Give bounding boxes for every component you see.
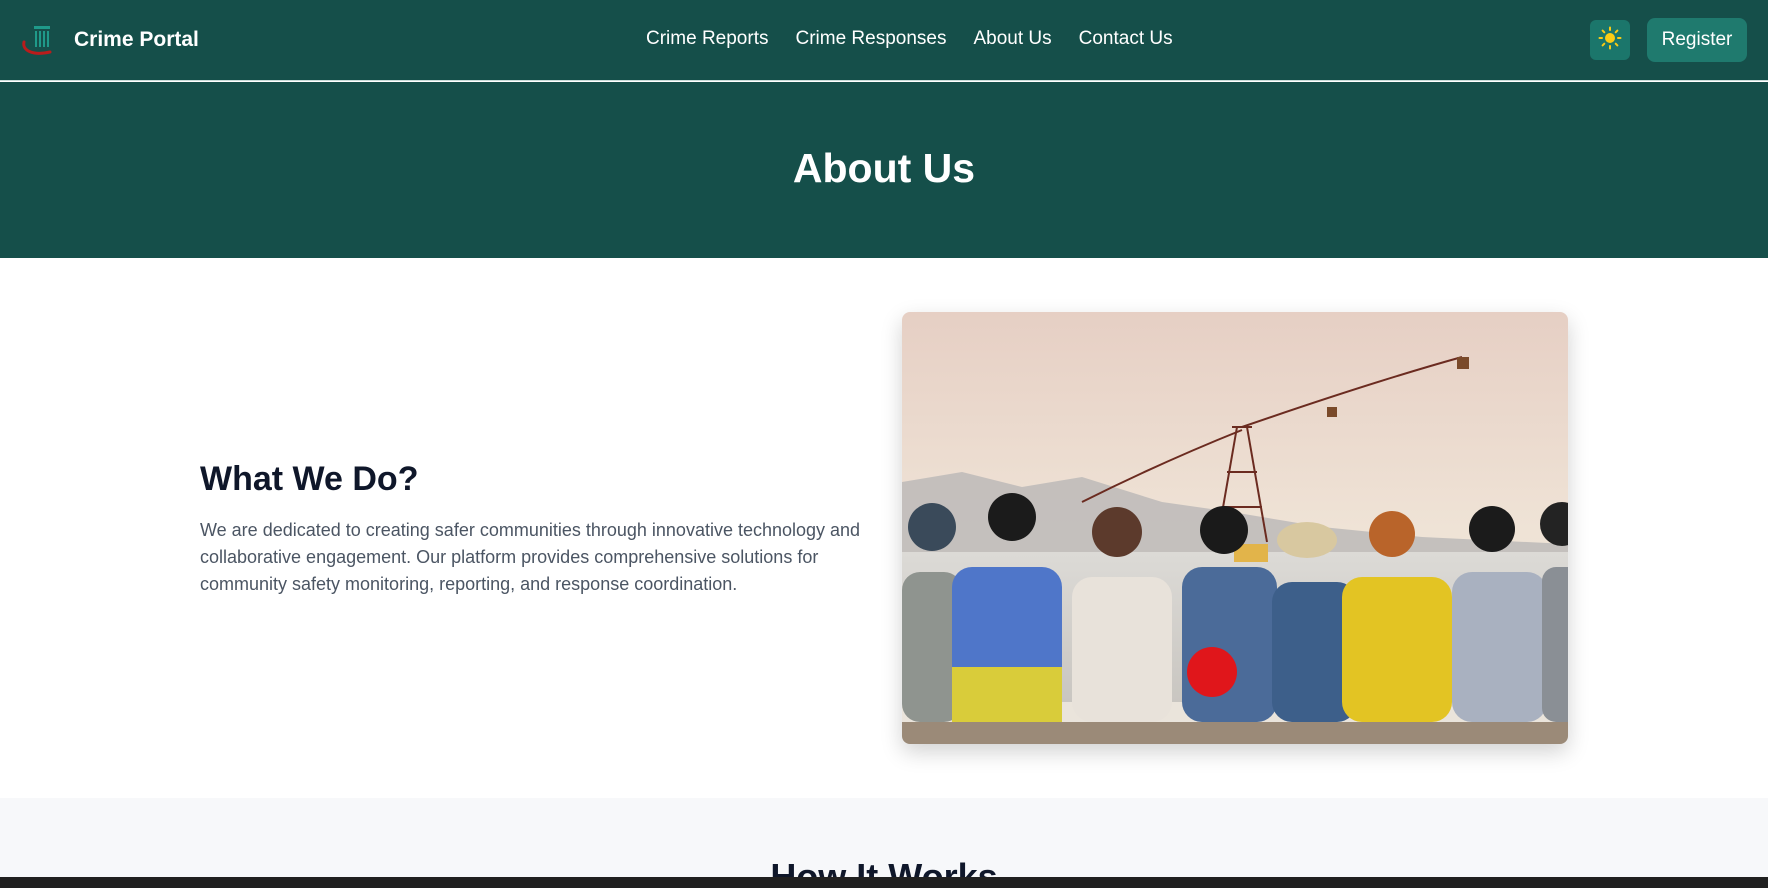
brand[interactable]: Crime Portal	[18, 20, 199, 60]
brand-name: Crime Portal	[74, 28, 199, 51]
page-title: About Us	[792, 144, 976, 191]
crime-portal-logo-icon	[18, 20, 62, 60]
theme-toggle-button[interactable]	[1590, 20, 1630, 60]
what-we-do-section: What We Do? We are dedicated to creating…	[0, 258, 1768, 798]
what-we-do-title: What We Do?	[200, 460, 419, 498]
what-we-do-description: We are dedicated to creating safer commu…	[200, 520, 861, 594]
taskbar-strip	[0, 877, 1768, 888]
page-hero: About Us	[0, 82, 1768, 258]
how-it-works-section: How It Works	[0, 798, 1768, 888]
register-button[interactable]: Register	[1647, 18, 1747, 62]
main-nav: Crime Reports Crime Responses About Us C…	[646, 28, 1173, 50]
sun-icon	[1598, 26, 1622, 55]
nav-item-crime-reports[interactable]: Crime Reports	[646, 28, 768, 50]
nav-item-about-us[interactable]: About Us	[973, 28, 1051, 50]
nav-item-crime-responses[interactable]: Crime Responses	[795, 28, 946, 50]
top-navbar: Crime Portal Crime Reports Crime Respons…	[0, 0, 1768, 81]
nav-item-contact-us[interactable]: Contact Us	[1079, 28, 1173, 50]
group-photo	[902, 312, 1568, 744]
